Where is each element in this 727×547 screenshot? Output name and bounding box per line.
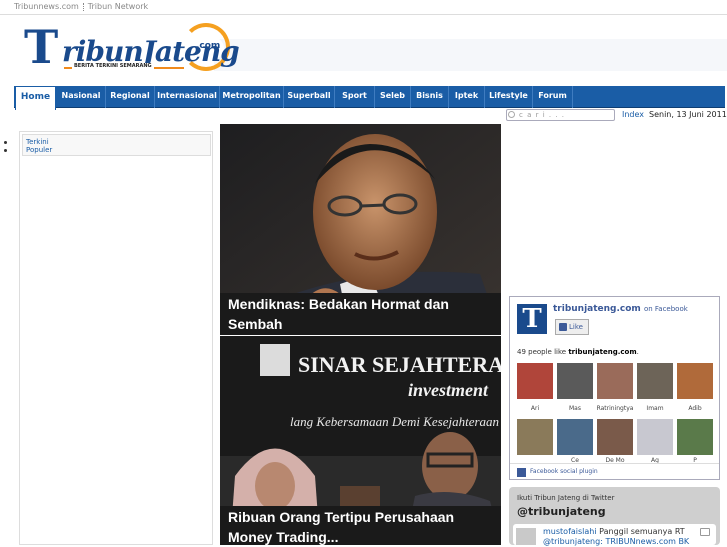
sign-title: SINAR SEJAHTERA	[298, 352, 501, 377]
fan-avatar[interactable]	[557, 419, 593, 455]
tribun-t-logo[interactable]: T	[517, 304, 547, 334]
index-link[interactable]: Index	[622, 110, 644, 119]
tab-terkini[interactable]: Terkini	[4, 138, 52, 146]
sidebar-panel	[19, 131, 213, 545]
fb-plugin-footer[interactable]: Facebook social plugin	[510, 463, 719, 479]
divider	[82, 2, 84, 11]
site-logo[interactable]: T ribunJateng .com BERITA TERKINI SEMARA…	[24, 20, 240, 77]
fan-avatar[interactable]	[597, 363, 633, 399]
nav-metropolitan[interactable]: Metropolitan	[220, 86, 284, 108]
tweet-avatar[interactable]	[516, 528, 536, 545]
twitter-header: Ikuti Tribun Jateng di Twitter	[517, 494, 615, 502]
nav-bisnis[interactable]: Bisnis	[411, 86, 449, 108]
facebook-icon	[517, 468, 526, 477]
fan-name[interactable]: Adib	[675, 405, 715, 412]
nav-forum[interactable]: Forum	[533, 86, 573, 108]
header-strip	[214, 39, 727, 71]
current-date: Senin, 13 Juni 2011	[649, 110, 727, 119]
nav-nasional[interactable]: Nasional	[57, 86, 106, 108]
fan-avatar[interactable]	[677, 363, 713, 399]
nav-sport[interactable]: Sport	[335, 86, 375, 108]
fb-page-title[interactable]: tribunjateng.com on Facebook	[553, 304, 688, 314]
nav-lifestyle[interactable]: Lifestyle	[485, 86, 533, 108]
fan-avatar[interactable]	[517, 419, 553, 455]
nav-internasional[interactable]: Internasional	[155, 86, 220, 108]
tribunnews-link[interactable]: Tribunnews.com	[14, 2, 79, 11]
logo-com: .com	[196, 41, 221, 51]
nav-home[interactable]: Home	[15, 86, 56, 110]
logo-letter: T	[24, 20, 59, 74]
header: T ribunJateng .com BERITA TERKINI SEMARA…	[14, 15, 727, 85]
nav-seleb[interactable]: Seleb	[375, 86, 411, 108]
fan-name[interactable]: Ratriningtya	[595, 405, 635, 412]
headline-story-1[interactable]: Mendiknas: Bedakan Hormat dan Sembah	[220, 124, 501, 335]
headline-story-2[interactable]: SINAR SEJAHTERA investment lang Kebersam…	[220, 336, 501, 545]
main-nav: Home Nasional Regional Internasional Met…	[14, 86, 725, 110]
twitter-handle[interactable]: @tribunjateng	[517, 505, 606, 518]
fan-name[interactable]: Mas	[555, 405, 595, 412]
tribun-network-link[interactable]: Tribun Network	[88, 2, 148, 11]
sidebar-tabs: Terkini Populer	[4, 138, 52, 154]
fb-like-count: 49 people like tribunjateng.com.	[517, 348, 639, 356]
story-caption[interactable]: Mendiknas: Bedakan Hormat dan Sembah	[220, 293, 501, 335]
reply-icon[interactable]	[700, 528, 710, 536]
facebook-like-box: T tribunjateng.com on Facebook Like 49 p…	[509, 296, 720, 480]
fan-avatar[interactable]	[557, 363, 593, 399]
logo-tagline: BERITA TERKINI SEMARANG	[72, 63, 154, 69]
fan-avatar[interactable]	[677, 419, 713, 455]
fan-avatar[interactable]	[637, 363, 673, 399]
nav-regional[interactable]: Regional	[106, 86, 155, 108]
fan-avatar[interactable]	[637, 419, 673, 455]
ad-space	[505, 124, 727, 294]
story-caption[interactable]: Ribuan Orang Tertipu Perusahaan Money Tr…	[220, 506, 501, 545]
tab-populer[interactable]: Populer	[4, 146, 52, 154]
fan-avatar[interactable]	[597, 419, 633, 455]
sign-investment: investment	[408, 380, 489, 400]
fan-name[interactable]: Imam	[635, 405, 675, 412]
fb-like-button[interactable]: Like	[555, 319, 589, 335]
nav-iptek[interactable]: Iptek	[449, 86, 485, 108]
tweet-text: mustofaislahi Panggil semuanya RT @tribun…	[543, 527, 690, 546]
twitter-widget: Ikuti Tribun Jateng di Twitter @tribunja…	[509, 487, 720, 546]
thumbs-up-icon	[559, 323, 567, 331]
fan-name[interactable]: Ari	[515, 405, 555, 412]
network-bar: Tribunnews.com Tribun Network	[0, 0, 727, 15]
search-input[interactable]: c a r i . . .	[506, 109, 615, 121]
tweet-item: mustofaislahi Panggil semuanya RT @tribun…	[513, 524, 716, 546]
fan-avatar[interactable]	[517, 363, 553, 399]
sign-slogan: lang Kebersamaan Demi Kesejahteraan	[290, 414, 499, 429]
nav-superball[interactable]: Superball	[284, 86, 335, 108]
